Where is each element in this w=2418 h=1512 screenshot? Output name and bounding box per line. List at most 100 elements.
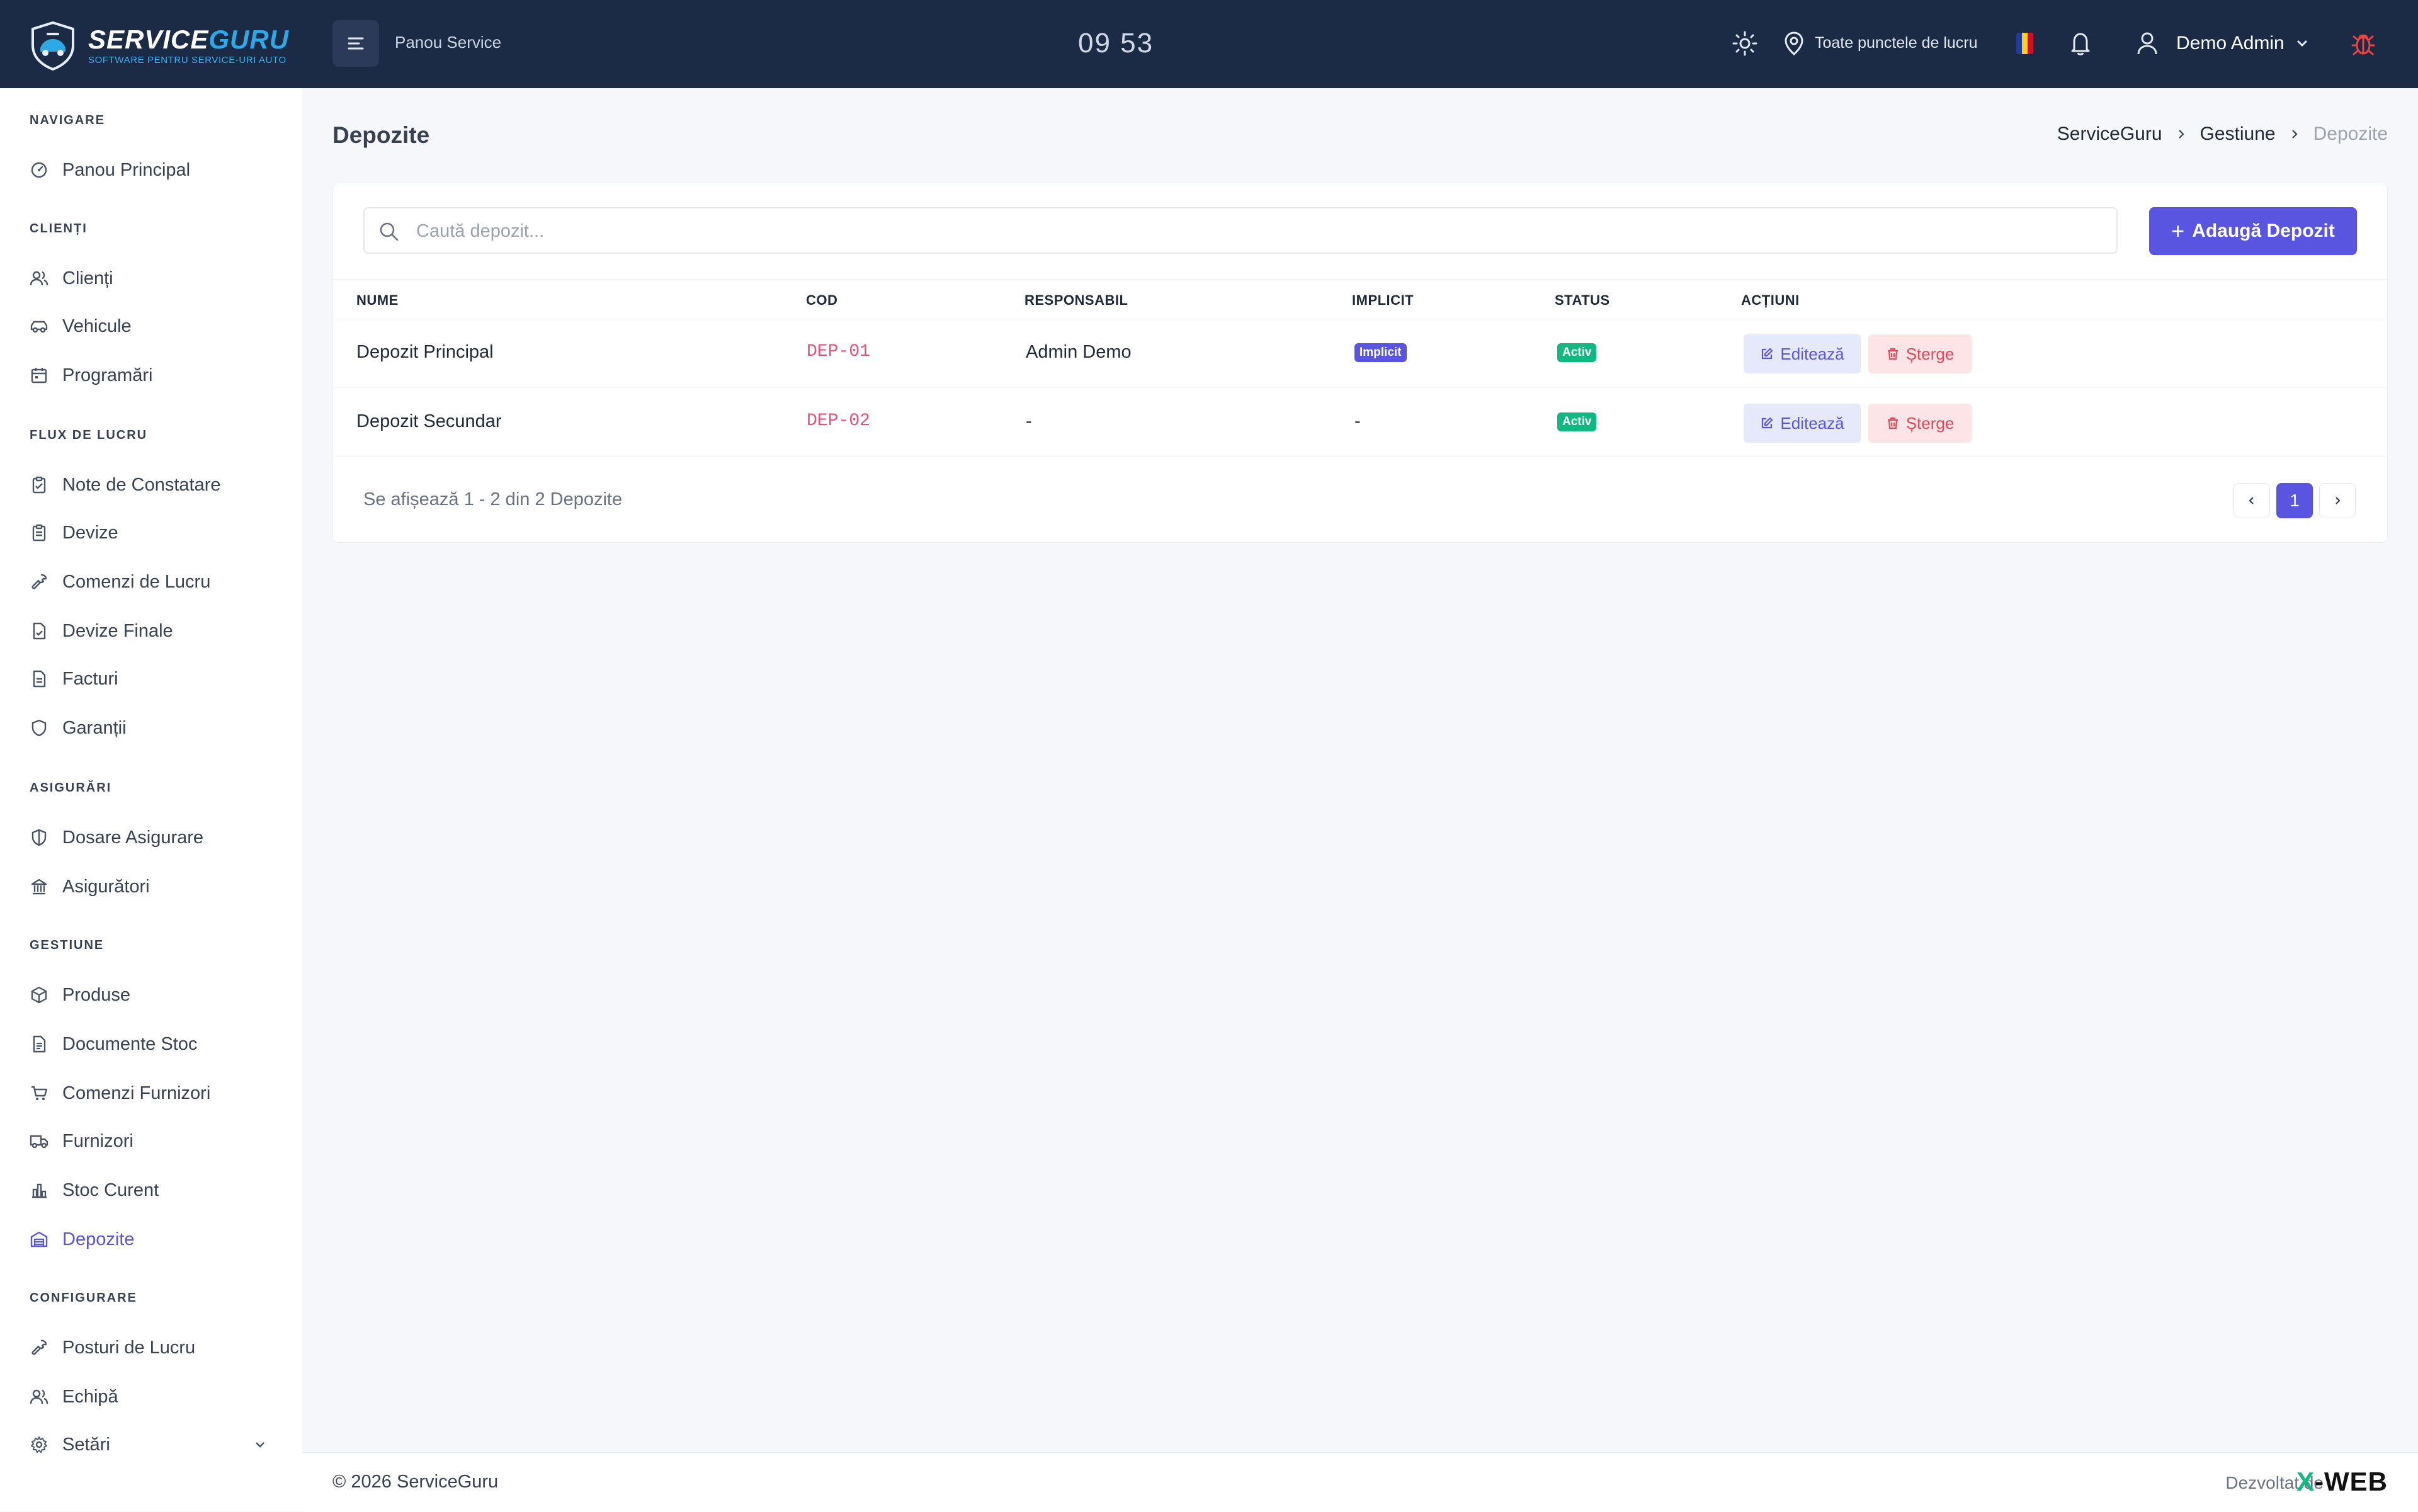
sidebar-item-label: Produse bbox=[62, 984, 131, 1005]
sidebar-item-panou-principal[interactable]: Panou Principal bbox=[30, 155, 281, 185]
add-depot-label: Adaugă Depozit bbox=[2192, 220, 2335, 241]
bug-report-icon[interactable] bbox=[2349, 29, 2378, 61]
sidebar-item-echipa[interactable]: Echipă bbox=[30, 1382, 281, 1412]
file-text-icon bbox=[33, 670, 46, 688]
sidebar-item-label: Depozite bbox=[62, 1229, 135, 1249]
notifications-bell-icon[interactable] bbox=[2068, 30, 2093, 60]
location-selector[interactable]: Toate punctele de lucru bbox=[1815, 34, 1978, 52]
clock: 09 53 bbox=[1078, 28, 1154, 59]
delete-button[interactable]: Șterge bbox=[1868, 404, 1972, 443]
status-badge: Activ bbox=[1557, 412, 1597, 431]
developer-logo[interactable]: X-WEB bbox=[2296, 1467, 2388, 1497]
theme-toggle-icon[interactable] bbox=[1732, 30, 1758, 60]
table-row: Depozit Principal DEP-01 Admin Demo Impl… bbox=[333, 318, 2387, 388]
search-icon bbox=[380, 222, 399, 241]
search-input[interactable] bbox=[415, 208, 2105, 254]
sidebar-item-garantii[interactable]: Garanții bbox=[30, 713, 281, 743]
depot-name: Depozit Secundar bbox=[356, 411, 502, 431]
chevron-down-icon[interactable] bbox=[2295, 35, 2310, 54]
sidebar-item-stoc-curent[interactable]: Stoc Curent bbox=[30, 1175, 281, 1205]
menu-icon bbox=[348, 37, 364, 50]
sidebar-item-depozite[interactable]: Depozite bbox=[30, 1224, 281, 1254]
edit-label: Editează bbox=[1780, 413, 1844, 433]
edit-button[interactable]: Editează bbox=[1744, 404, 1861, 443]
sidebar-item-documente-stoc[interactable]: Documente Stoc bbox=[30, 1029, 281, 1059]
column-header-cod[interactable]: COD bbox=[806, 292, 837, 309]
sidebar-item-asiguratori[interactable]: Asigurători bbox=[30, 872, 281, 902]
sidebar-item-vehicule[interactable]: Vehicule bbox=[30, 311, 281, 341]
box-icon bbox=[31, 986, 47, 1004]
add-depot-button[interactable]: + Adaugă Depozit bbox=[2149, 207, 2357, 255]
breadcrumb: ServiceGuru Gestiune Depozite bbox=[2057, 123, 2388, 145]
table-header: NUME COD RESPONSABIL IMPLICIT STATUS ACȚ… bbox=[333, 279, 2387, 319]
logo-name: SERVICEGURU bbox=[88, 24, 290, 54]
menu-toggle-button[interactable] bbox=[332, 20, 379, 67]
sidebar-item-furnizori[interactable]: Furnizori bbox=[30, 1126, 281, 1156]
sidebar-item-label: Comenzi Furnizori bbox=[62, 1083, 211, 1103]
sidebar-item-label: Stoc Curent bbox=[62, 1179, 159, 1200]
breadcrumb-item-serviceguru[interactable]: ServiceGuru bbox=[2057, 123, 2162, 145]
column-header-actiuni: ACȚIUNI bbox=[1741, 292, 1800, 308]
sidebar-item-comenzi-de-lucru[interactable]: Comenzi de Lucru bbox=[30, 567, 281, 597]
sidebar-item-programari[interactable]: Programări bbox=[30, 360, 281, 390]
sidebar-item-devize-finale[interactable]: Devize Finale bbox=[30, 616, 281, 646]
panel-title: Panou Service bbox=[395, 33, 502, 52]
search-field[interactable] bbox=[363, 207, 2118, 254]
sidebar-item-label: Vehicule bbox=[62, 315, 132, 336]
sidebar-item-posturi-de-lucru[interactable]: Posturi de Lucru bbox=[30, 1333, 281, 1363]
user-avatar-icon[interactable] bbox=[2135, 30, 2160, 60]
chevron-right-icon bbox=[2178, 130, 2184, 139]
chevron-left-icon bbox=[2249, 497, 2254, 504]
car-icon bbox=[30, 321, 48, 333]
sidebar-item-dosare-asigurare[interactable]: Dosare Asigurare bbox=[30, 822, 281, 853]
status-badge: Activ bbox=[1557, 343, 1597, 362]
delete-label: Șterge bbox=[1905, 344, 1955, 363]
column-header-implicit[interactable]: IMPLICIT bbox=[1352, 292, 1414, 309]
sidebar-item-label: Devize bbox=[62, 522, 118, 543]
sidebar-item-label: Note de Constatare bbox=[62, 474, 221, 495]
depot-code: DEP-02 bbox=[807, 411, 870, 431]
chevron-right-icon bbox=[2336, 497, 2341, 504]
location-pin-icon[interactable] bbox=[1782, 30, 1806, 60]
chevron-right-icon bbox=[2291, 130, 2298, 139]
sidebar-item-facturi[interactable]: Facturi bbox=[30, 664, 281, 694]
sidebar-item-produse[interactable]: Produse bbox=[30, 980, 281, 1010]
edit-label: Editează bbox=[1780, 344, 1844, 363]
shield-icon bbox=[31, 719, 47, 737]
sidebar-item-setari[interactable]: Setări bbox=[30, 1430, 281, 1460]
delete-label: Șterge bbox=[1905, 413, 1955, 433]
edit-button[interactable]: Editează bbox=[1744, 334, 1861, 373]
sidebar-item-comenzi-furnizori[interactable]: Comenzi Furnizori bbox=[30, 1078, 281, 1108]
sidebar-item-devize[interactable]: Devize bbox=[30, 518, 281, 548]
section-title-navigare: NAVIGARE bbox=[30, 113, 106, 127]
sidebar-item-note-de-constatare[interactable]: Note de Constatare bbox=[30, 470, 281, 500]
sidebar-item-clienti[interactable]: Clienți bbox=[30, 263, 281, 293]
pagination-prev-button[interactable] bbox=[2234, 483, 2270, 518]
column-header-status[interactable]: STATUS bbox=[1555, 292, 1610, 309]
depot-name: Depozit Principal bbox=[356, 342, 494, 362]
sidebar-item-label: Documente Stoc bbox=[62, 1033, 198, 1054]
pagination-next-button[interactable] bbox=[2319, 483, 2356, 518]
breadcrumb-item-gestiune[interactable]: Gestiune bbox=[2200, 123, 2276, 145]
column-header-responsabil[interactable]: RESPONSABIL bbox=[1025, 292, 1128, 309]
depot-code: DEP-01 bbox=[807, 342, 870, 361]
sidebar-item-label: Devize Finale bbox=[62, 620, 173, 641]
user-menu[interactable]: Demo Admin bbox=[2176, 33, 2285, 54]
calendar-icon bbox=[31, 368, 47, 384]
column-header-nume[interactable]: NUME bbox=[356, 292, 399, 309]
pagination-page-button[interactable]: 1 bbox=[2276, 483, 2313, 518]
sidebar-item-label: Setări bbox=[62, 1434, 110, 1455]
truck-icon bbox=[30, 1135, 48, 1149]
settings-icon bbox=[31, 1436, 47, 1453]
app-logo[interactable]: SERVICEGURU SOFTWARE PENTRU SERVICE-URI … bbox=[29, 20, 289, 71]
chevron-down-icon[interactable] bbox=[253, 1437, 268, 1452]
trash-icon bbox=[1887, 417, 1898, 429]
logo-tagline: SOFTWARE PENTRU SERVICE-URI AUTO bbox=[88, 54, 287, 65]
edit-icon bbox=[1762, 417, 1773, 429]
top-bar: SERVICEGURU SOFTWARE PENTRU SERVICE-URI … bbox=[0, 0, 2418, 88]
copyright: © 2026 ServiceGuru bbox=[332, 1472, 499, 1492]
sidebar-item-label: Furnizori bbox=[62, 1130, 133, 1151]
dashboard-icon bbox=[31, 162, 47, 178]
delete-button[interactable]: Șterge bbox=[1868, 334, 1972, 373]
language-flag-icon[interactable] bbox=[2016, 33, 2033, 54]
